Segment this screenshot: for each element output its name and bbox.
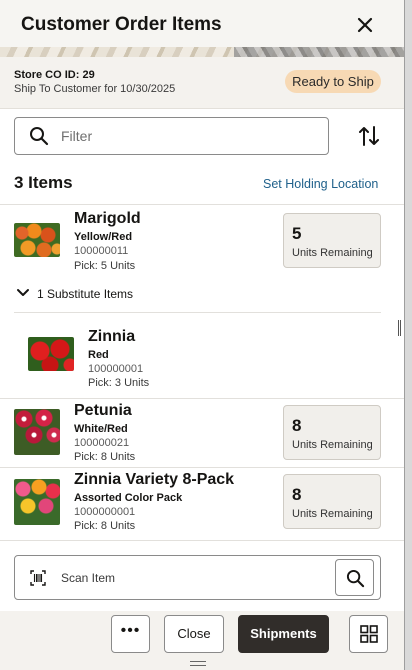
ship-to-text: Ship To Customer for 10/30/2025	[14, 83, 176, 95]
scan-search-button[interactable]	[335, 559, 374, 596]
filter-input[interactable]: Filter	[14, 117, 329, 155]
set-holding-location-link[interactable]: Set Holding Location	[263, 177, 378, 191]
units-remaining-box: 8 Units Remaining	[283, 474, 381, 529]
close-icon[interactable]	[352, 12, 378, 38]
product-image	[14, 409, 60, 455]
units-remaining-count: 8	[292, 416, 302, 435]
item-pick: Pick: 3 Units	[88, 377, 150, 389]
substitute-toggle[interactable]: 1 Substitute Items	[37, 287, 133, 301]
sort-icon[interactable]	[357, 125, 381, 147]
search-icon	[346, 569, 365, 588]
page-title: Customer Order Items	[21, 14, 222, 35]
units-remaining-count: 8	[292, 485, 302, 504]
divider	[0, 398, 404, 399]
item-variant: Red	[88, 349, 109, 361]
panel-header: Customer Order Items	[0, 0, 404, 47]
item-sku: 100000001	[88, 363, 144, 375]
filter-placeholder: Filter	[61, 128, 93, 144]
item-variant: Assorted Color Pack	[74, 492, 183, 504]
scan-item-placeholder: Scan Item	[61, 571, 116, 585]
item-variant: White/Red	[74, 423, 128, 435]
item-pick: Pick: 8 Units	[74, 520, 136, 532]
order-info: Store CO ID: 29 Ship To Customer for 10/…	[0, 57, 404, 109]
grid-view-button[interactable]	[349, 615, 388, 653]
units-remaining-label: Units Remaining	[292, 247, 373, 259]
product-image	[14, 479, 60, 525]
barcode-icon	[30, 570, 46, 586]
divider	[14, 312, 381, 313]
more-actions-button[interactable]: •••	[111, 615, 150, 653]
grid-icon	[360, 625, 378, 643]
item-name: Marigold	[74, 210, 141, 227]
close-button[interactable]: Close	[164, 615, 224, 653]
chevron-down-icon[interactable]	[16, 287, 30, 299]
units-remaining-label: Units Remaining	[292, 508, 373, 520]
item-pick: Pick: 5 Units	[74, 260, 136, 272]
footer-toolbar: ••• Close Shipments	[0, 611, 404, 670]
item-count: 3 Items	[14, 173, 73, 192]
scan-item-field[interactable]: Scan Item	[14, 555, 381, 600]
order-items-panel: Customer Order Items Store CO ID: 29 Shi…	[0, 0, 405, 670]
product-image	[14, 223, 60, 257]
item-name: Petunia	[74, 402, 132, 419]
units-remaining-count: 5	[292, 224, 302, 243]
item-sku: 1000000001	[74, 506, 136, 518]
decorative-banner	[0, 47, 404, 57]
product-image	[28, 337, 74, 371]
drag-handle[interactable]	[190, 661, 206, 666]
item-sku: 100000021	[74, 437, 130, 449]
units-remaining-box: 5 Units Remaining	[283, 213, 381, 268]
resize-handle[interactable]	[398, 320, 401, 336]
divider	[0, 204, 404, 205]
divider	[0, 467, 404, 468]
status-badge: Ready to Ship	[285, 70, 381, 93]
units-remaining-box: 8 Units Remaining	[283, 405, 381, 460]
store-co-id: Store CO ID: 29	[14, 69, 95, 81]
search-icon	[30, 127, 49, 146]
item-sku: 100000011	[74, 245, 129, 257]
divider	[0, 540, 404, 541]
item-name: Zinnia	[88, 328, 136, 345]
shipments-button[interactable]: Shipments	[238, 615, 329, 653]
units-remaining-label: Units Remaining	[292, 439, 373, 451]
item-name: Zinnia Variety 8-Pack	[74, 471, 235, 488]
item-pick: Pick: 8 Units	[74, 451, 136, 463]
item-variant: Yellow/Red	[74, 231, 133, 243]
